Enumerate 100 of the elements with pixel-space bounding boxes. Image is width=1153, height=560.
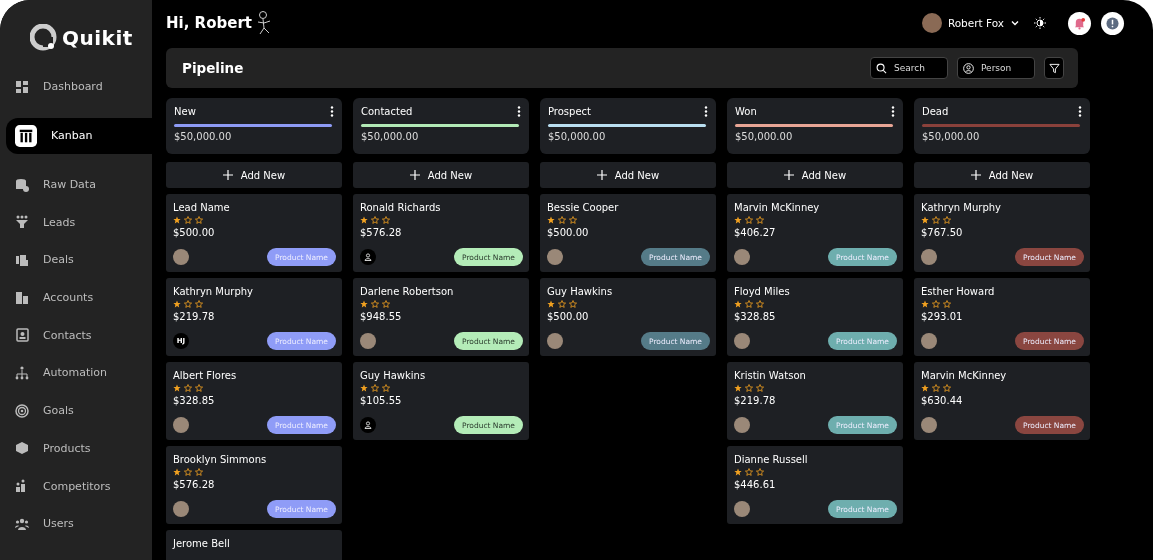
- avatar-photo-placeholder: [734, 333, 750, 349]
- star-outline-icon: [745, 468, 753, 476]
- lead-amount: $948.55: [360, 311, 403, 322]
- add-new-button[interactable]: Add New: [914, 162, 1090, 188]
- sidebar-item[interactable]: Accounts: [0, 278, 152, 317]
- lead-name: Floyd Miles: [734, 286, 791, 297]
- column-title: New: [174, 106, 196, 117]
- plus-icon: [222, 170, 233, 180]
- person-icon: [963, 62, 974, 74]
- lead-name: Brooklyn Simmons: [173, 454, 268, 465]
- sidebar-item[interactable]: Kanban: [6, 117, 152, 154]
- person-field[interactable]: Person: [957, 57, 1035, 79]
- lead-amount: $446.61: [734, 479, 777, 490]
- star-outline-icon: [195, 216, 203, 224]
- avatar-photo-placeholder: [547, 249, 563, 265]
- sidebar-item[interactable]: Leads: [0, 203, 152, 242]
- search-field[interactable]: Search: [870, 57, 948, 79]
- star-outline-icon: [569, 216, 577, 224]
- more-icon: [1078, 106, 1082, 117]
- add-new-button[interactable]: Add New: [540, 162, 716, 188]
- lead-name: Kathryn Murphy: [173, 286, 254, 297]
- page-title: Pipeline: [182, 60, 244, 76]
- column-amount: $50,000.00: [922, 131, 981, 142]
- more-icon: [330, 106, 334, 117]
- star-outline-icon: [569, 300, 577, 308]
- star-outline-icon: [184, 384, 192, 392]
- column-amount: $50,000.00: [361, 131, 420, 142]
- cube-icon: [15, 441, 29, 456]
- star-filled-icon: [360, 300, 368, 308]
- more-icon: [704, 106, 708, 117]
- sidebar-item[interactable]: Dashboard: [0, 68, 152, 106]
- column-amount: $50,000.00: [548, 131, 607, 142]
- star-outline-icon: [756, 384, 764, 392]
- star-filled-icon: [173, 216, 181, 224]
- star-outline-icon: [195, 468, 203, 476]
- lead-amount: $630.44: [921, 395, 964, 406]
- star-outline-icon: [371, 216, 379, 224]
- theme-toggle-icon: [1034, 17, 1046, 29]
- lead-card[interactable]: Jerome Bell: [166, 530, 342, 560]
- sidebar-item[interactable]: Raw Data: [0, 165, 152, 204]
- lead-amount: $219.78: [173, 311, 216, 322]
- star-filled-icon: [921, 300, 929, 308]
- plus-icon: [970, 170, 981, 180]
- avatar-person-icon: [360, 249, 376, 265]
- lead-amount: $293.01: [921, 311, 964, 322]
- star-outline-icon: [371, 384, 379, 392]
- star-outline-icon: [756, 300, 764, 308]
- star-outline-icon: [558, 216, 566, 224]
- info-button[interactable]: [1101, 11, 1124, 35]
- star-filled-icon: [173, 468, 181, 476]
- avatar-photo-placeholder: [360, 333, 376, 349]
- star-filled-icon: [921, 384, 929, 392]
- lead-name: Guy Hawkins: [547, 286, 614, 297]
- star-outline-icon: [745, 216, 753, 224]
- star-outline-icon: [184, 468, 192, 476]
- plus-icon: [596, 170, 607, 180]
- star-outline-icon: [184, 216, 192, 224]
- star-outline-icon: [932, 216, 940, 224]
- lead-amount: $576.28: [173, 479, 216, 490]
- avatar-photo-placeholder: [734, 417, 750, 433]
- column-title: Won: [735, 106, 757, 117]
- sidebar-item[interactable]: Contacts: [0, 316, 152, 355]
- sidebar-item[interactable]: Competitors: [0, 467, 152, 505]
- users-icon: [15, 516, 29, 531]
- logo-icon: [30, 24, 58, 52]
- star-outline-icon: [932, 300, 940, 308]
- avatar-person-icon: [360, 417, 376, 433]
- add-new-button[interactable]: Add New: [353, 162, 529, 188]
- sidebar-item[interactable]: Automation: [0, 354, 152, 392]
- star-filled-icon: [734, 468, 742, 476]
- add-new-button[interactable]: Add New: [166, 162, 342, 188]
- user-name: Robert Fox: [947, 17, 1004, 29]
- sidebar-item[interactable]: Goals: [0, 391, 152, 430]
- sidebar-item[interactable]: Products: [0, 429, 152, 468]
- lead-amount: $105.55: [360, 395, 403, 406]
- avatar-photo-placeholder: [921, 333, 937, 349]
- chevron-down-icon: [1010, 18, 1020, 28]
- filter-button[interactable]: [1044, 57, 1064, 79]
- info-icon: [1106, 16, 1119, 30]
- brand-name: Quikit: [62, 26, 133, 50]
- star-outline-icon: [745, 384, 753, 392]
- star-filled-icon: [734, 216, 742, 224]
- kanban-icon: [15, 124, 37, 147]
- star-filled-icon: [360, 216, 368, 224]
- star-filled-icon: [173, 384, 181, 392]
- star-outline-icon: [932, 384, 940, 392]
- plus-icon: [783, 170, 794, 180]
- avatar-photo-placeholder: [173, 417, 189, 433]
- add-new-button[interactable]: Add New: [727, 162, 903, 188]
- avatar-photo-placeholder: [734, 249, 750, 265]
- notification-button[interactable]: [1068, 11, 1091, 35]
- lead-name: Marvin McKinney: [734, 202, 821, 213]
- sidebar-item[interactable]: Users: [0, 504, 152, 543]
- lead-name: Kristin Watson: [734, 370, 807, 381]
- column-title: Contacted: [361, 106, 413, 117]
- lead-amount: $500.00: [173, 227, 216, 238]
- column-amount: $50,000.00: [174, 131, 233, 142]
- sidebar-item[interactable]: Deals: [0, 241, 152, 279]
- column-title: Dead: [922, 106, 949, 117]
- star-outline-icon: [382, 300, 390, 308]
